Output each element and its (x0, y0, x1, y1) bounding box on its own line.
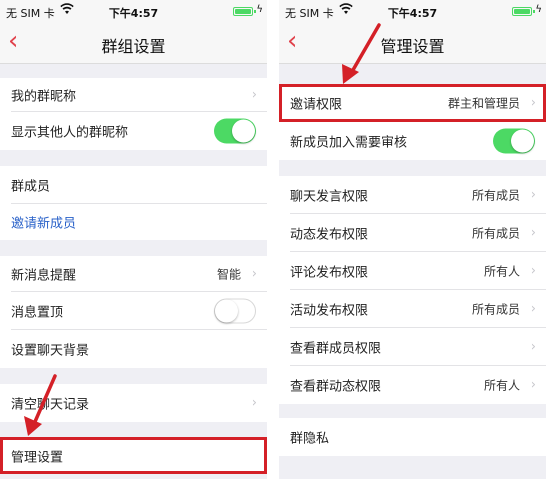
right-screen: 无 SIM 卡 下午4:57 ϟ ‹ 管理设置 邀请权限 群主和管理员 › 新成… (279, 0, 546, 479)
status-time: 下午4:57 (108, 7, 159, 20)
row-invite-permission[interactable]: 邀请权限 群主和管理员 › (279, 84, 546, 122)
battery-icon (233, 7, 253, 16)
chevron-right-icon: › (530, 339, 536, 355)
chevron-right-icon: › (530, 225, 536, 241)
battery-icon (512, 7, 532, 16)
row-label: 动态发布权限 (290, 227, 369, 243)
chevron-right-icon: › (251, 395, 257, 411)
row-label: 消息置顶 (11, 305, 64, 321)
row-pin-chat: 消息置顶 (0, 292, 267, 330)
status-bar: 无 SIM 卡 下午4:57 ϟ (279, 0, 546, 22)
row-group-privacy[interactable]: 群隐私 (279, 418, 546, 456)
row-chat-permission[interactable]: 聊天发言权限 所有成员 › (279, 176, 546, 214)
nav-bar: ‹ 群组设置 (0, 22, 267, 64)
row-value: 所有人 (483, 378, 520, 393)
pin-chat-toggle[interactable] (214, 298, 256, 324)
chevron-right-icon: › (530, 377, 536, 393)
chevron-right-icon: › (530, 187, 536, 203)
row-admin-settings[interactable]: 管理设置 (0, 438, 267, 474)
row-label: 查看群动态权限 (290, 379, 382, 395)
row-value: 群主和管理员 (447, 96, 520, 111)
row-label: 新成员加入需要审核 (290, 135, 408, 151)
row-label: 群隐私 (290, 431, 330, 447)
row-activity-permission[interactable]: 活动发布权限 所有成员 › (279, 290, 546, 328)
toggle-knob (232, 119, 255, 143)
row-label: 我的群昵称 (11, 89, 77, 105)
row-clear-history[interactable]: 清空聊天记录 › (0, 384, 267, 422)
left-screen: 无 SIM 卡 下午4:57 ϟ ‹ 群组设置 我的群昵称 › 显示其他人的群昵… (0, 0, 267, 479)
charging-icon: ϟ (535, 4, 542, 15)
row-show-nickname: 显示其他人的群昵称 (0, 112, 267, 150)
row-label: 管理设置 (11, 450, 64, 466)
row-invite-members[interactable]: 邀请新成员 (0, 204, 267, 240)
toggle-knob (511, 129, 534, 153)
row-members[interactable]: 群成员 (0, 166, 267, 204)
row-label: 设置聊天背景 (11, 343, 90, 359)
toggle-knob (215, 299, 238, 323)
show-nickname-toggle[interactable] (214, 118, 256, 144)
row-label: 聊天发言权限 (290, 189, 369, 205)
row-value: 所有成员 (471, 302, 520, 317)
status-time: 下午4:57 (387, 7, 438, 20)
join-review-toggle[interactable] (493, 128, 535, 154)
row-view-posts-permission[interactable]: 查看群动态权限 所有人 › (279, 366, 546, 404)
row-chat-background[interactable]: 设置聊天背景 (0, 330, 267, 368)
status-bar: 无 SIM 卡 下午4:57 ϟ (0, 0, 267, 22)
row-value: 所有成员 (471, 188, 520, 203)
row-label: 显示其他人的群昵称 (11, 125, 129, 141)
row-value: 所有成员 (471, 226, 520, 241)
charging-icon: ϟ (256, 4, 263, 15)
row-comment-permission[interactable]: 评论发布权限 所有人 › (279, 252, 546, 290)
row-label: 邀请权限 (290, 97, 343, 113)
row-label: 查看群成员权限 (290, 341, 382, 357)
invite-members-link[interactable]: 邀请新成员 (11, 213, 76, 232)
chevron-right-icon: › (251, 87, 257, 103)
nav-bar: ‹ 管理设置 (279, 22, 546, 64)
chevron-right-icon: › (530, 301, 536, 317)
row-join-review: 新成员加入需要审核 (279, 122, 546, 160)
row-value: 智能 (216, 267, 241, 282)
row-label: 活动发布权限 (290, 303, 369, 319)
chevron-right-icon: › (251, 266, 257, 282)
row-label: 群成员 (11, 179, 51, 195)
row-post-permission[interactable]: 动态发布权限 所有成员 › (279, 214, 546, 252)
row-my-nickname[interactable]: 我的群昵称 › (0, 78, 267, 112)
page-title: 管理设置 (380, 37, 445, 56)
row-label: 清空聊天记录 (11, 397, 90, 413)
row-label: 评论发布权限 (290, 265, 369, 281)
chevron-right-icon: › (530, 95, 536, 111)
row-notifications[interactable]: 新消息提醒 智能 › (0, 256, 267, 292)
row-label: 新消息提醒 (11, 268, 77, 284)
row-view-members-permission[interactable]: 查看群成员权限 › (279, 328, 546, 366)
chevron-right-icon: › (530, 263, 536, 279)
row-value: 所有人 (483, 264, 520, 279)
page-title: 群组设置 (101, 37, 166, 56)
